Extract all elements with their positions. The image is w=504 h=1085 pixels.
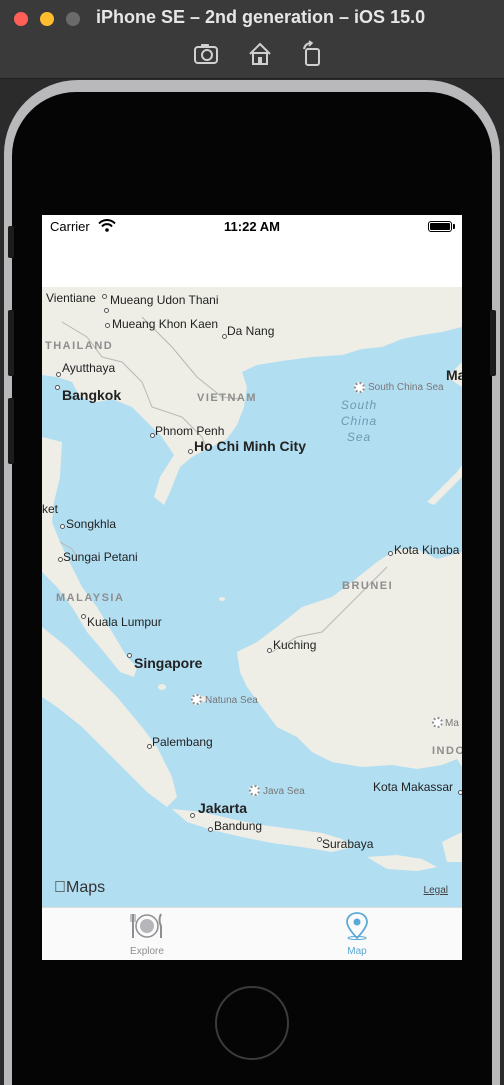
south-china-sea-marker [354, 382, 365, 393]
label-bangkok: Bangkok [62, 387, 122, 403]
volume-up-button [8, 310, 14, 376]
city-dot [102, 294, 107, 299]
battery-cap [453, 224, 455, 229]
close-window-button[interactable] [14, 12, 28, 26]
status-bar: Carrier 11:22 AM [42, 215, 462, 237]
country-brunei: BRUNEI [342, 580, 394, 592]
label-vientiane: Vientiane [46, 291, 96, 305]
label-kuala-lumpur: Kuala Lumpur [87, 615, 162, 629]
power-button [490, 310, 496, 376]
volume-down-button [8, 398, 14, 464]
java-sea-marker [249, 785, 260, 796]
label-palembang: Palembang [152, 735, 213, 749]
label-ayutthaya: Ayutthaya [62, 361, 116, 375]
plate-utensils-icon [130, 912, 164, 940]
city-dot [81, 614, 86, 619]
window-title: iPhone SE – 2nd generation – iOS 15.0 [96, 7, 426, 27]
label-kuching: Kuching [273, 638, 317, 652]
city-dot [458, 790, 462, 795]
city-dot [55, 385, 60, 390]
label-bandung: Bandung [214, 819, 263, 833]
city-dot [190, 813, 195, 818]
map-pin-icon [340, 912, 374, 940]
tab-bar: Explore Map [42, 907, 462, 960]
map-view[interactable]: Vientiane Mueang Udon Thani Mueang Khon … [42, 287, 462, 907]
navigation-bar [42, 237, 462, 287]
label-south-china-sea: South China Sea [368, 382, 444, 393]
city-dot [60, 524, 65, 529]
label-kota-makassar: Kota Makassar [373, 780, 454, 794]
maps-attribution-text: Maps [54, 879, 105, 896]
rotate-icon[interactable] [298, 40, 326, 68]
country-thailand: THAILAND [45, 340, 114, 352]
tab-explore-label: Explore [130, 946, 164, 957]
label-singapore: Singapore [134, 655, 203, 671]
label-kota-kinabalu: Kota Kinaba [394, 543, 460, 557]
south-china-sea-region-label: South China Sea [334, 397, 384, 445]
apple-logo-icon:  [54, 879, 66, 896]
home-button[interactable] [215, 986, 289, 1060]
sea-region-word: Sea [346, 430, 372, 444]
sea-marker-right [432, 717, 443, 728]
sea-region-word: South [340, 398, 378, 412]
battery-icon [428, 221, 452, 232]
city-dot [188, 449, 193, 454]
city-dot [105, 323, 110, 328]
label-sungai-petani: Sungai Petani [63, 550, 138, 564]
label-jakarta: Jakarta [198, 800, 248, 816]
apple-maps-attribution: Maps [54, 879, 105, 897]
minimize-window-button[interactable] [40, 12, 54, 26]
label-songkhla: Songkhla [66, 517, 117, 531]
label-sea-right: Ma [445, 718, 459, 729]
tab-explore[interactable]: Explore [42, 908, 252, 960]
label-java-sea: Java Sea [263, 786, 305, 797]
label-surabaya: Surabaya [322, 837, 374, 851]
status-time: 11:22 AM [224, 219, 280, 234]
home-icon[interactable] [246, 40, 274, 68]
country-malaysia: MALAYSIA [56, 592, 125, 604]
city-dot [127, 653, 132, 658]
label-phnom-penh: Phnom Penh [155, 424, 225, 438]
label-ma: Ma [446, 367, 462, 383]
mute-switch [8, 226, 14, 258]
country-vietnam: VIETNAM [197, 392, 257, 404]
label-udon-thani: Mueang Udon Thani [110, 293, 219, 307]
label-da-nang: Da Nang [227, 324, 275, 338]
city-dot [267, 648, 272, 653]
city-dot [388, 551, 393, 556]
screenshot-icon[interactable] [192, 40, 220, 68]
country-indo: INDO [432, 745, 462, 757]
tab-map-label: Map [347, 946, 367, 957]
label-ket: ket [42, 502, 59, 516]
device-screen: Carrier 11:22 AM Vientiane Mueang Udon T… [42, 215, 462, 960]
tab-map[interactable]: Map [252, 908, 462, 960]
zoom-window-button[interactable] [66, 12, 80, 26]
label-ho-chi-minh-city: Ho Chi Minh City [194, 438, 306, 454]
legal-link[interactable]: Legal [424, 885, 448, 896]
sea-region-word: China [340, 414, 378, 428]
city-dot [56, 372, 61, 377]
natuna-sea-marker [191, 694, 202, 705]
label-natuna-sea: Natuna Sea [205, 695, 258, 706]
city-dot [208, 827, 213, 832]
label-khon-kaen: Mueang Khon Kaen [112, 317, 219, 331]
simulator-title-bar: iPhone SE – 2nd generation – iOS 15.0 [0, 0, 504, 79]
city-dot [104, 308, 109, 313]
